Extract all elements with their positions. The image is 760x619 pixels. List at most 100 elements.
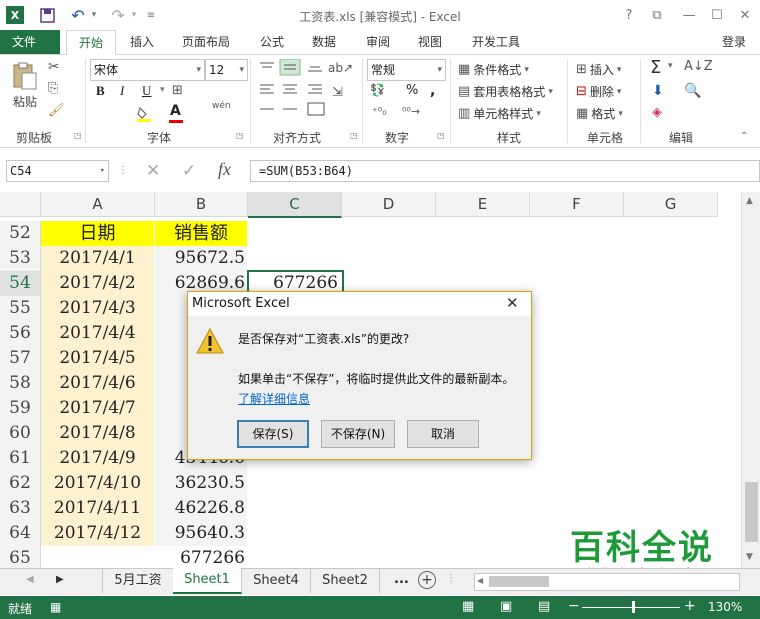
alignment-launcher-icon[interactable]: ◳	[350, 131, 358, 140]
zoom-in-icon[interactable]: +	[684, 598, 696, 614]
cut-icon[interactable]: ✂	[48, 59, 60, 75]
copy-icon[interactable]: ⎘	[48, 81, 58, 96]
cell-styles-button[interactable]: ▥ 单元格样式 ▾	[458, 105, 541, 122]
phonetic-guide-label[interactable]: wén	[212, 101, 231, 111]
signin-link[interactable]: 登录	[722, 30, 746, 54]
split-handle-icon[interactable]: ⋮	[446, 573, 456, 584]
row-header[interactable]: 60	[0, 421, 41, 447]
zoom-slider[interactable]	[582, 607, 680, 608]
date-cell[interactable]: 2017/4/7	[41, 396, 154, 421]
prev-sheet-icon[interactable]: ◀	[26, 574, 34, 585]
format-as-table-button[interactable]: ▤ 套用表格格式 ▾	[458, 83, 553, 100]
sales-cell[interactable]: 36230.5	[155, 471, 247, 496]
format-painter-icon[interactable]: 🖌	[48, 103, 65, 118]
col-header-b[interactable]: B	[155, 192, 248, 217]
more-sheets-button[interactable]: ...	[394, 572, 409, 587]
row-header[interactable]: 63	[0, 496, 41, 522]
orientation-icon[interactable]: ab↗	[328, 61, 353, 75]
paste-icon[interactable]	[10, 61, 40, 91]
row-header[interactable]: 61	[0, 446, 41, 472]
scroll-thumb[interactable]	[745, 482, 758, 542]
sales-cell[interactable]: 46226.8	[155, 496, 247, 521]
save-button[interactable]: 保存(S)	[237, 420, 309, 448]
normal-view-icon[interactable]: ▦	[462, 599, 474, 614]
date-cell[interactable]: 2017/4/9	[41, 446, 154, 471]
horizontal-scrollbar[interactable]: ◀	[474, 573, 740, 591]
insert-function-button[interactable]: fx	[218, 159, 231, 180]
sheet-tab-sheet1[interactable]: Sheet1	[173, 568, 242, 594]
sales-cell[interactable]: 95640.3	[155, 521, 247, 546]
bold-button[interactable]: B	[96, 83, 105, 99]
decrease-decimal-icon[interactable]: ⁰⁰→	[402, 105, 420, 118]
tab-insert[interactable]: 插入	[118, 30, 166, 54]
format-cells-button[interactable]: ▦ 格式 ▾	[576, 105, 623, 122]
name-box[interactable]: C54 ▾	[6, 160, 109, 182]
font-name-select[interactable]: 宋体 ▾	[90, 59, 205, 81]
row-header[interactable]: 53	[0, 246, 41, 272]
clear-icon[interactable]: ◈	[652, 105, 662, 120]
next-sheet-icon[interactable]: ▶	[56, 574, 64, 585]
dont-save-button[interactable]: 不保存(N)	[321, 420, 395, 448]
tab-formulas[interactable]: 公式	[248, 30, 296, 54]
font-launcher-icon[interactable]: ◳	[236, 131, 244, 140]
fill-color-icon[interactable]	[136, 105, 154, 123]
date-cell[interactable]: 2017/4/1	[41, 246, 154, 271]
autosum-dropdown-icon[interactable]: ▾	[668, 61, 673, 71]
sheet-tab-may-salary[interactable]: 5月工资	[102, 569, 174, 593]
date-header-cell[interactable]: 日期	[41, 221, 154, 246]
col-header-d[interactable]: D	[342, 192, 436, 217]
date-cell[interactable]: 2017/4/10	[41, 471, 154, 496]
scroll-up-icon[interactable]: ▲	[746, 196, 753, 206]
autosum-icon[interactable]: Σ	[650, 57, 661, 78]
tab-file[interactable]: 文件	[0, 30, 60, 54]
currency-icon[interactable]: 💱	[370, 83, 385, 97]
underline-button[interactable]: U	[142, 83, 151, 99]
row-header[interactable]: 62	[0, 471, 41, 497]
date-cell[interactable]: 2017/4/12	[41, 521, 154, 546]
date-cell[interactable]: 2017/4/6	[41, 371, 154, 396]
delete-cells-button[interactable]: ⊟ 删除 ▾	[576, 83, 621, 100]
ribbon-display-icon[interactable]: ⧉	[644, 4, 670, 26]
zoom-out-icon[interactable]: −	[568, 598, 580, 614]
zoom-slider-thumb[interactable]	[632, 601, 635, 613]
minimize-icon[interactable]: —	[676, 4, 702, 26]
tab-developer[interactable]: 开发工具	[460, 30, 532, 54]
maximize-icon[interactable]: ☐	[704, 4, 730, 26]
tab-view[interactable]: 视图	[406, 30, 454, 54]
date-cell[interactable]: 2017/4/4	[41, 321, 154, 346]
col-header-c[interactable]: C	[248, 192, 342, 218]
increase-decimal-icon[interactable]: ⁺⁰₀	[372, 105, 387, 118]
row-header[interactable]: 58	[0, 371, 41, 397]
sort-filter-icon[interactable]: A↓Z	[684, 59, 713, 74]
row-header[interactable]: 56	[0, 321, 41, 347]
row-header[interactable]: 59	[0, 396, 41, 422]
row-header[interactable]: 55	[0, 296, 41, 322]
formula-input[interactable]: =SUM(B53:B64)	[250, 160, 760, 182]
date-cell[interactable]: 2017/4/11	[41, 496, 154, 521]
number-launcher-icon[interactable]: ◳	[437, 131, 445, 140]
sales-header-cell[interactable]: 销售额	[155, 221, 247, 246]
page-break-view-icon[interactable]: ▤	[538, 599, 550, 614]
fill-icon[interactable]: ⬇	[652, 83, 664, 99]
clipboard-launcher-icon[interactable]: ◳	[74, 131, 82, 140]
tab-page-layout[interactable]: 页面布局	[170, 30, 242, 54]
hscroll-thumb[interactable]	[489, 576, 549, 587]
collapse-ribbon-icon[interactable]: ⌃	[740, 131, 748, 142]
select-all-corner[interactable]	[0, 192, 41, 217]
paste-button[interactable]: 粘贴	[13, 93, 37, 110]
scroll-down-icon[interactable]: ▼	[746, 552, 753, 562]
comma-button[interactable]: ,	[430, 83, 435, 99]
help-icon[interactable]: ?	[616, 4, 642, 26]
font-size-select[interactable]: 12 ▾	[205, 59, 248, 81]
vertical-scrollbar[interactable]: ▲ ▼	[741, 192, 760, 568]
number-format-select[interactable]: 常规 ▾	[367, 59, 446, 81]
tab-data[interactable]: 数据	[300, 30, 348, 54]
col-header-e[interactable]: E	[436, 192, 530, 217]
insert-cells-button[interactable]: ⊞ 插入 ▾	[576, 61, 621, 78]
underline-dropdown-icon[interactable]: ▾	[160, 85, 165, 95]
conditional-formatting-button[interactable]: ▦ 条件格式 ▾	[458, 61, 529, 78]
tab-review[interactable]: 审阅	[354, 30, 402, 54]
row-header[interactable]: 57	[0, 346, 41, 372]
percent-button[interactable]: %	[406, 83, 418, 98]
dialog-close-icon[interactable]: ✕	[506, 294, 519, 312]
